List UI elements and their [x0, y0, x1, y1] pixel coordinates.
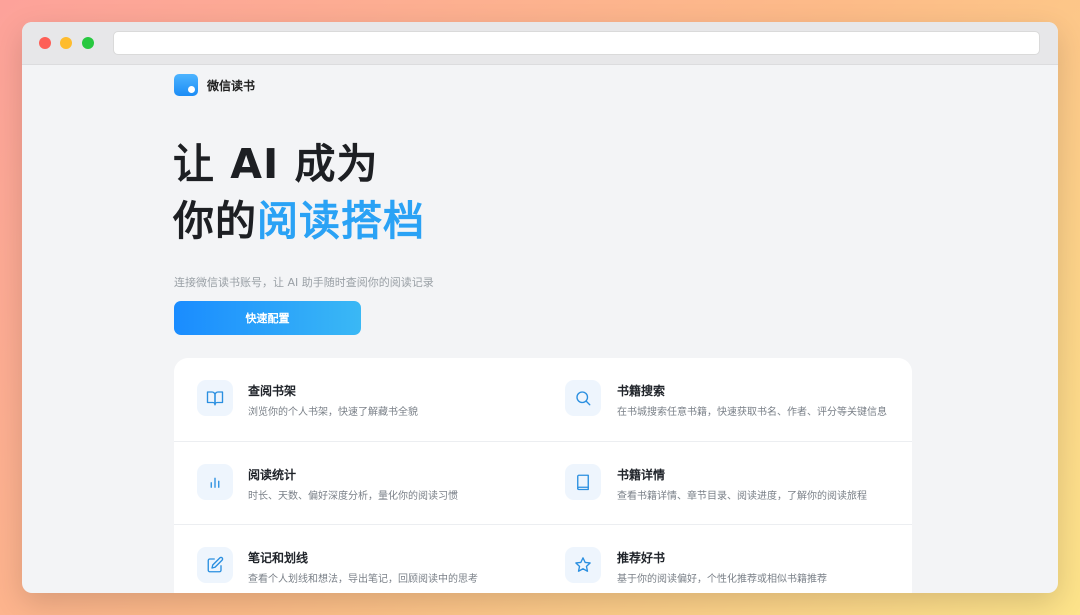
- hero-subtitle: 连接微信读书账号，让 AI 助手随时查阅你的阅读记录: [174, 276, 434, 289]
- hero-title-line2: 你的阅读搭档: [173, 195, 425, 247]
- feature-item-reading-stats[interactable]: 阅读统计 时长、天数、偏好深度分析，量化你的阅读习惯: [174, 442, 543, 525]
- address-bar[interactable]: [113, 31, 1040, 55]
- hero-title-prefix: 你的: [173, 197, 257, 245]
- hero-title-line1: 让 AI 成为: [173, 140, 379, 188]
- book-icon: [565, 464, 601, 500]
- book-open-icon: [197, 380, 233, 416]
- page-content: 微信读书 让 AI 成为 你的阅读搭档 连接微信读书账号，让 AI 助手随时查阅…: [22, 65, 1058, 593]
- edit-icon: [197, 547, 233, 583]
- feature-row: 笔记和划线 查看个人划线和想法，导出笔记，回顾阅读中的思考 推荐好书 基于你的阅…: [174, 524, 912, 593]
- feature-description: 查看个人划线和想法，导出笔记，回顾阅读中的思考: [248, 574, 478, 585]
- maximize-window-button[interactable]: [82, 37, 94, 49]
- app-logo-icon: [174, 74, 198, 96]
- browser-window: 微信读书 让 AI 成为 你的阅读搭档 连接微信读书账号，让 AI 助手随时查阅…: [22, 22, 1058, 593]
- brand[interactable]: 微信读书: [174, 74, 255, 96]
- feature-title: 推荐好书: [617, 551, 666, 565]
- feature-description: 时长、天数、偏好深度分析，量化你的阅读习惯: [248, 491, 458, 502]
- feature-row: 查阅书架 浏览你的个人书架，快速了解藏书全貌 书籍搜索 在书城搜索任意书籍，快速…: [174, 358, 912, 441]
- feature-item-notes-highlights[interactable]: 笔记和划线 查看个人划线和想法，导出笔记，回顾阅读中的思考: [174, 525, 543, 593]
- feature-title: 笔记和划线: [248, 551, 309, 565]
- feature-item-book-details[interactable]: 书籍详情 查看书籍详情、章节目录、阅读进度，了解你的阅读旅程: [543, 442, 912, 525]
- quick-setup-button[interactable]: 快速配置: [174, 301, 361, 335]
- feature-description: 基于你的阅读偏好，个性化推荐或相似书籍推荐: [617, 574, 827, 585]
- feature-description: 查看书籍详情、章节目录、阅读进度，了解你的阅读旅程: [617, 491, 867, 502]
- feature-title: 书籍详情: [617, 468, 666, 482]
- minimize-window-button[interactable]: [60, 37, 72, 49]
- feature-description: 浏览你的个人书架，快速了解藏书全貌: [248, 407, 418, 418]
- hero-title-accent: 阅读搭档: [257, 197, 425, 245]
- search-icon: [565, 380, 601, 416]
- brand-name: 微信读书: [207, 78, 256, 93]
- feature-row: 阅读统计 时长、天数、偏好深度分析，量化你的阅读习惯 书籍详情 查看书籍详情、章…: [174, 441, 912, 525]
- feature-item-recommendations[interactable]: 推荐好书 基于你的阅读偏好，个性化推荐或相似书籍推荐: [543, 525, 912, 593]
- features-card: 查阅书架 浏览你的个人书架，快速了解藏书全貌 书籍搜索 在书城搜索任意书籍，快速…: [174, 358, 912, 593]
- bar-chart-icon: [197, 464, 233, 500]
- feature-description: 在书城搜索任意书籍，快速获取书名、作者、评分等关键信息: [617, 407, 887, 418]
- feature-title: 查阅书架: [248, 384, 297, 398]
- feature-title: 书籍搜索: [617, 384, 666, 398]
- feature-item-book-search[interactable]: 书籍搜索 在书城搜索任意书籍，快速获取书名、作者、评分等关键信息: [543, 358, 912, 441]
- title-bar: [22, 22, 1058, 65]
- feature-item-bookshelf[interactable]: 查阅书架 浏览你的个人书架，快速了解藏书全貌: [174, 358, 543, 441]
- feature-title: 阅读统计: [248, 468, 297, 482]
- star-icon: [565, 547, 601, 583]
- close-window-button[interactable]: [39, 37, 51, 49]
